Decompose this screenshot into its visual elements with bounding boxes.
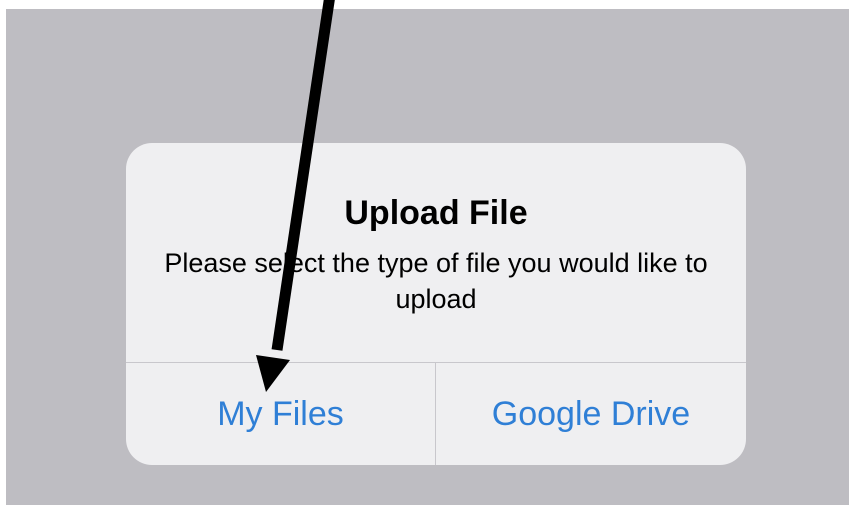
my-files-button[interactable]: My Files bbox=[126, 363, 435, 465]
alert-title: Upload File bbox=[344, 194, 528, 232]
google-drive-button[interactable]: Google Drive bbox=[436, 363, 746, 465]
screenshot-stage: Upload File Please select the type of fi… bbox=[0, 0, 855, 509]
alert-message: Please select the type of file you would… bbox=[164, 248, 708, 314]
alert-body: Upload File Please select the type of fi… bbox=[126, 143, 746, 362]
upload-file-alert: Upload File Please select the type of fi… bbox=[126, 143, 746, 465]
